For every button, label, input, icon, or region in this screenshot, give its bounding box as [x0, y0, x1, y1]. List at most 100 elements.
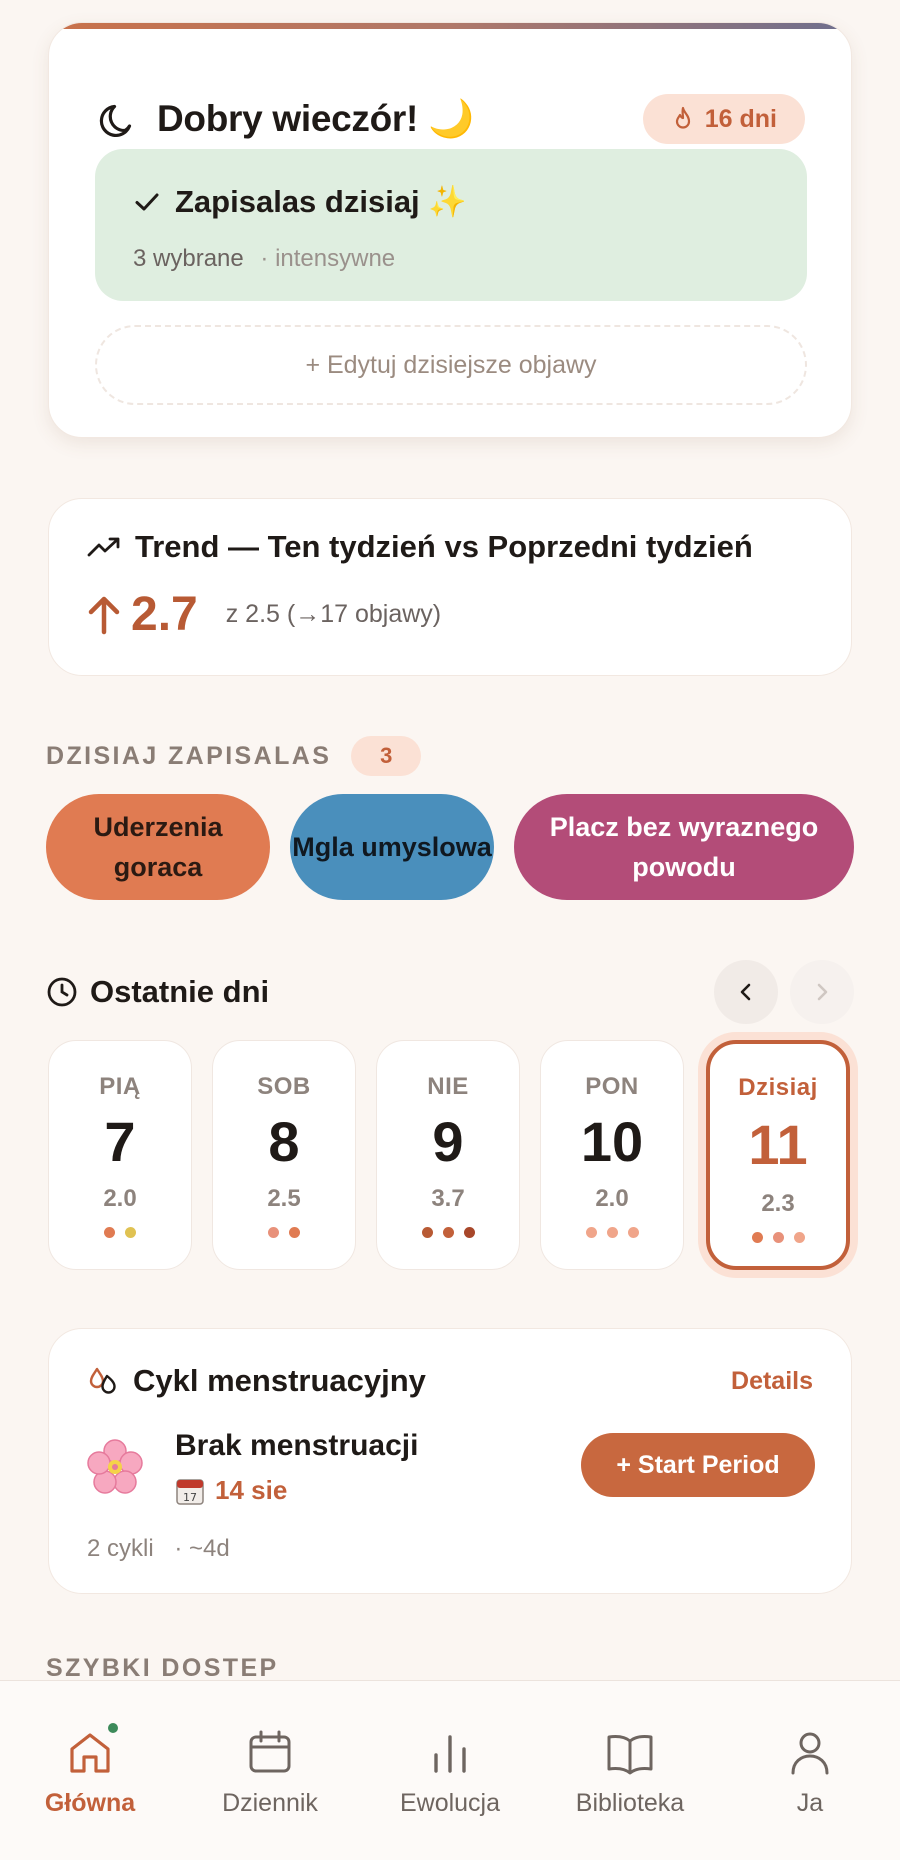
chevron-right-icon [817, 983, 828, 1001]
card-accent-bar [49, 23, 851, 29]
cherry-blossom-icon [85, 1437, 145, 1497]
nav-item-home[interactable]: Główna [0, 1681, 180, 1860]
symptom-chip-hot-flashes[interactable]: Uderzenia goraca [46, 794, 270, 900]
symptom-chip-brain-fog[interactable]: Mgla umyslowa [290, 794, 494, 900]
symptom-dot [772, 1232, 784, 1243]
symptom-dot [268, 1227, 279, 1238]
nav-label: Dziennik [222, 1789, 318, 1817]
day-card-sat[interactable]: SOB 8 2.5 [212, 1040, 356, 1270]
previous-week-button[interactable] [714, 960, 778, 1024]
bar-chart-icon [424, 1727, 476, 1779]
cycle-details-link[interactable]: Details [731, 1367, 813, 1396]
nav-item-me[interactable]: Ja [720, 1681, 900, 1860]
droplets-icon [87, 1364, 117, 1398]
day-card-sun[interactable]: NIE 9 3.7 [376, 1040, 520, 1270]
cycle-title: Cykl menstruacyjny [133, 1363, 426, 1398]
symptom-dot [793, 1232, 805, 1243]
symptom-dot [442, 1227, 454, 1238]
day-of-week: PON [585, 1073, 639, 1100]
edit-symptoms-button[interactable]: + Edytuj dzisiejsze objawy [95, 325, 807, 405]
bottom-navigation: Główna Dziennik Ewolucja Biblioteka Ja [0, 1680, 900, 1860]
calendar-icon [244, 1727, 296, 1779]
start-period-button[interactable]: + Start Period [581, 1433, 815, 1497]
chevron-left-icon [740, 983, 751, 1001]
day-card-today[interactable]: Dzisiaj 11 2.3 [706, 1040, 850, 1270]
cycle-status: Brak menstruacji [175, 1429, 419, 1462]
today-logged-count: 3 [351, 736, 422, 776]
page: Dobry wieczór! 🌙 16 dni Zapisalas dzisia… [0, 0, 900, 1860]
symptom-dot [606, 1227, 618, 1238]
logged-count: 3 wybrane [133, 245, 244, 272]
cycle-count: 2 cykli [87, 1535, 154, 1562]
day-score: 2.3 [761, 1190, 795, 1217]
moon-icon [95, 97, 139, 141]
day-card-mon[interactable]: PON 10 2.0 [540, 1040, 684, 1270]
day-number: 7 [104, 1110, 136, 1173]
streak-badge[interactable]: 16 dni [642, 94, 805, 144]
streak-text: 16 dni [704, 104, 777, 133]
greeting-title: Dobry wieczór! 🌙 [157, 97, 474, 139]
clock-icon [46, 976, 78, 1008]
day-of-week: Dzisiaj [738, 1074, 818, 1101]
svg-text:17: 17 [183, 1491, 197, 1504]
arrow-up-icon [87, 594, 121, 636]
day-score: 2.0 [595, 1185, 629, 1212]
trend-title: Trend — Ten tydzień vs Poprzedni tydzień [135, 529, 753, 564]
today-logged-header: DZISIAJ ZAPISALAS 3 [46, 736, 422, 776]
day-score: 3.7 [431, 1185, 465, 1212]
nav-item-evolution[interactable]: Ewolucja [360, 1681, 540, 1860]
symptom-dots [710, 1232, 846, 1243]
day-of-week: SOB [257, 1073, 311, 1100]
symptom-dots [213, 1227, 355, 1238]
trend-card[interactable]: Trend — Ten tydzień vs Poprzedni tydzień… [48, 498, 852, 676]
day-of-week: PIĄ [99, 1073, 141, 1100]
symptom-chip-crying[interactable]: Placz bez wyraznego powodu [514, 794, 854, 900]
trend-comparison: z 2.5 (→17 objawy) [225, 600, 442, 628]
nav-item-library[interactable]: Biblioteka [540, 1681, 720, 1860]
next-week-button[interactable] [790, 960, 854, 1024]
home-icon [64, 1721, 120, 1779]
notification-dot [106, 1721, 120, 1735]
symptom-dots [541, 1227, 683, 1238]
day-score: 2.0 [103, 1185, 137, 1212]
symptom-dot [289, 1227, 300, 1238]
symptom-dot [585, 1227, 597, 1238]
nav-label: Ewolucja [399, 1789, 501, 1817]
day-score: 2.5 [267, 1185, 301, 1212]
cycle-average: · ~4d [174, 1535, 230, 1562]
today-logged-label: DZISIAJ ZAPISALAS [46, 741, 332, 770]
check-icon [133, 188, 161, 216]
day-of-week: NIE [427, 1073, 469, 1100]
trend-value: 2.7 [131, 588, 198, 641]
symptom-dot [751, 1232, 763, 1243]
quick-access-label: SZYBKI DOSTEP [46, 1654, 279, 1682]
nav-label: Ja [796, 1789, 824, 1817]
day-number: 10 [580, 1110, 644, 1173]
symptom-dot [627, 1227, 639, 1238]
day-number: 11 [748, 1113, 808, 1176]
calendar-icon: 17 [175, 1476, 205, 1506]
user-icon [784, 1727, 836, 1779]
nav-label: Biblioteka [575, 1789, 685, 1817]
flame-icon [671, 106, 695, 132]
day-card-fri[interactable]: PIĄ 7 2.0 [48, 1040, 192, 1270]
cycle-date: 14 sie [215, 1475, 288, 1505]
greeting-card: Dobry wieczór! 🌙 16 dni Zapisalas dzisia… [48, 22, 852, 438]
logged-intensity: · intensywne [260, 245, 396, 272]
greeting-header: Dobry wieczór! 🌙 16 dni [95, 89, 805, 149]
book-icon [604, 1727, 656, 1779]
day-number: 8 [268, 1110, 300, 1173]
symptom-dots [377, 1227, 519, 1238]
cycle-meta: 2 cykli · ~4d [87, 1535, 230, 1563]
recent-days-header: Ostatnie dni [46, 960, 854, 1024]
nav-item-journal[interactable]: Dziennik [180, 1681, 360, 1860]
symptom-dots [49, 1227, 191, 1238]
symptom-dot [104, 1227, 115, 1238]
logged-today-summary: 3 wybrane · intensywne [133, 245, 395, 273]
logged-today-box[interactable]: Zapisalas dzisiaj ✨ 3 wybrane · intensyw… [95, 149, 807, 301]
day-number: 9 [432, 1110, 464, 1173]
trending-up-icon [87, 535, 121, 559]
symptom-dot [463, 1227, 475, 1238]
cycle-card: Cykl menstruacyjny Details Brak menstrua… [48, 1328, 852, 1594]
symptom-dot [125, 1227, 136, 1238]
